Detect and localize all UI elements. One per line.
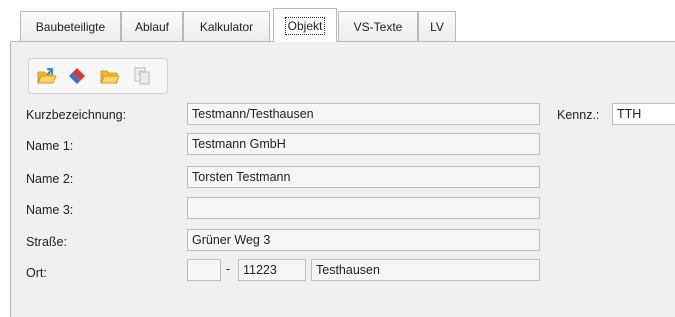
tab-label: LV (430, 20, 444, 34)
tab-bar: Baubeteiligte Ablauf Kalkulator VS-Texte… (0, 0, 675, 42)
tab-label: Ablauf (134, 20, 170, 34)
toolbar (28, 58, 168, 94)
tab-label: Baubeteiligte (35, 20, 106, 34)
kurzbezeichnung-input[interactable]: Testmann/Testhausen (187, 103, 540, 125)
tab-divider (10, 41, 675, 42)
ort-separator: - (226, 262, 231, 276)
ort-label: Ort: (26, 266, 47, 280)
name1-input[interactable]: Testmann GmbH (187, 133, 540, 155)
name3-input[interactable] (187, 197, 540, 219)
name2-label: Name 2: (26, 172, 74, 186)
tab-label: Kalkulator (199, 20, 254, 34)
eraser-icon[interactable] (67, 66, 89, 86)
copy-document-icon[interactable] (131, 66, 153, 86)
kennz-label: Kennz.: (557, 108, 600, 122)
city-input[interactable]: Testhausen (311, 259, 540, 281)
name3-label: Name 3: (26, 203, 74, 217)
tab-lv[interactable]: LV (418, 11, 456, 42)
kurzbezeichnung-label: Kurzbezeichnung: (26, 108, 127, 122)
name1-label: Name 1: (26, 139, 74, 153)
strasse-input[interactable]: Grüner Weg 3 (187, 229, 540, 251)
tab-objekt[interactable]: Objekt (273, 8, 337, 42)
folder-icon[interactable] (99, 66, 121, 86)
tab-label: Objekt (284, 16, 326, 35)
tab-kalkulator[interactable]: Kalkulator (183, 11, 270, 42)
kennz-input[interactable]: TTH (612, 103, 675, 125)
strasse-label: Straße: (26, 235, 67, 249)
open-folder-export-icon[interactable] (36, 66, 58, 86)
plz-input[interactable]: 11223 (238, 259, 306, 281)
tab-baubeteiligte[interactable]: Baubeteiligte (20, 11, 121, 42)
name2-input[interactable]: Torsten Testmann (187, 166, 540, 188)
tab-ablauf[interactable]: Ablauf (121, 11, 183, 42)
tab-vs-texte[interactable]: VS-Texte (338, 11, 418, 42)
country-code-input[interactable] (187, 259, 221, 281)
tab-label: VS-Texte (353, 20, 403, 34)
